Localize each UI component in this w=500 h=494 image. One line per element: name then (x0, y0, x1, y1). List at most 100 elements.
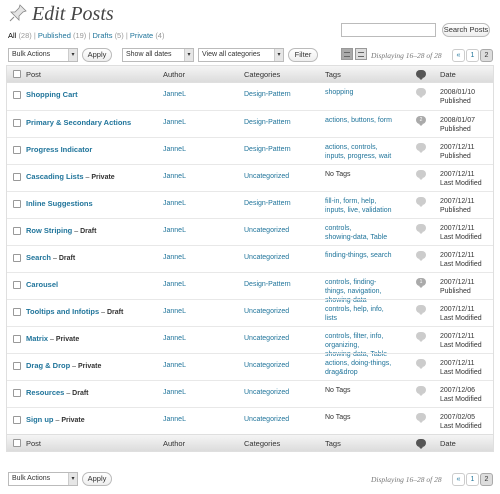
post-author[interactable]: JanneL (163, 334, 186, 343)
row-checkbox[interactable] (13, 119, 21, 127)
post-author[interactable]: JanneL (163, 307, 186, 316)
post-category[interactable]: Uncategorized (244, 307, 289, 316)
post-title-link[interactable]: Progress Indicator (26, 145, 92, 154)
pagination-page-1[interactable]: 1 (466, 49, 479, 62)
post-category[interactable]: Design-Pattern (244, 280, 291, 289)
apply-button[interactable]: Apply (82, 48, 112, 62)
post-tags-line[interactable]: controls, help, info, (325, 305, 413, 314)
post-tags-line[interactable]: shopping (325, 88, 413, 97)
dates-select[interactable]: Show all dates ▾ (122, 48, 194, 62)
post-title-link[interactable]: Search (26, 253, 51, 262)
post-tags-line[interactable]: things, navigation, (325, 287, 413, 296)
post-category[interactable]: Uncategorized (244, 226, 289, 235)
row-checkbox[interactable] (13, 91, 21, 99)
post-tags-line[interactable]: actions, controls, (325, 143, 413, 152)
row-checkbox[interactable] (13, 146, 21, 154)
post-tags-line[interactable]: controls, (325, 224, 413, 233)
apply-button-bottom[interactable]: Apply (82, 472, 112, 486)
speech-bubble-icon[interactable] (416, 413, 426, 423)
post-tags-line[interactable]: actions, doing-things, (325, 359, 413, 368)
pagination-prev-bottom[interactable]: « (452, 473, 465, 486)
post-author[interactable]: JanneL (163, 388, 186, 397)
search-input[interactable] (341, 23, 436, 37)
filter-private[interactable]: Private (130, 31, 153, 40)
column-tags[interactable]: Tags (325, 70, 341, 79)
speech-bubble-icon[interactable] (416, 332, 426, 342)
row-checkbox[interactable] (13, 173, 21, 181)
column-categories[interactable]: Categories (244, 439, 280, 448)
post-tags-line[interactable]: lists (325, 314, 413, 323)
speech-bubble-icon[interactable] (416, 170, 426, 180)
post-category[interactable]: Design-Pattern (244, 90, 291, 99)
row-checkbox[interactable] (13, 389, 21, 397)
pagination-prev[interactable]: « (452, 49, 465, 62)
post-category[interactable]: Uncategorized (244, 415, 289, 424)
filter-button[interactable]: Filter (288, 48, 318, 62)
row-checkbox[interactable] (13, 254, 21, 262)
row-checkbox[interactable] (13, 308, 21, 316)
post-category[interactable]: Uncategorized (244, 253, 289, 262)
post-category[interactable]: Uncategorized (244, 334, 289, 343)
post-tags-line[interactable]: drag&drop (325, 368, 413, 377)
search-posts-button[interactable]: Search Posts (442, 23, 490, 37)
speech-bubble-icon[interactable] (416, 88, 426, 98)
post-title-link[interactable]: Tooltips and Infotips (26, 307, 99, 316)
select-all-checkbox[interactable] (13, 439, 21, 447)
speech-bubble-icon[interactable] (416, 359, 426, 369)
post-category[interactable]: Uncategorized (244, 361, 289, 370)
post-tags-line[interactable]: showing-data, Table (325, 233, 413, 242)
post-title-link[interactable]: Shopping Cart (26, 90, 78, 99)
post-author[interactable]: JanneL (163, 90, 186, 99)
post-title-link[interactable]: Cascading Lists (26, 172, 84, 181)
post-tags-line[interactable]: actions, buttons, form (325, 116, 413, 125)
post-title-link[interactable]: Carousel (26, 280, 58, 289)
column-author[interactable]: Author (163, 70, 185, 79)
excerpt-view-icon[interactable] (355, 48, 367, 60)
filter-published[interactable]: Published (38, 31, 71, 40)
post-tags-line[interactable]: inputs, live, validation (325, 206, 413, 215)
speech-bubble-icon[interactable]: 2 (416, 116, 426, 126)
speech-bubble-icon[interactable] (416, 251, 426, 261)
categories-select[interactable]: View all categories ▾ (198, 48, 284, 62)
post-category[interactable]: Design-Pattern (244, 199, 291, 208)
pagination-page-1-bottom[interactable]: 1 (466, 473, 479, 486)
post-author[interactable]: JanneL (163, 226, 186, 235)
filter-all[interactable]: All (8, 31, 16, 40)
post-title-link[interactable]: Matrix (26, 334, 48, 343)
speech-bubble-icon[interactable] (416, 143, 426, 153)
speech-bubble-icon[interactable] (416, 305, 426, 315)
post-title-link[interactable]: Inline Suggestions (26, 199, 93, 208)
post-author[interactable]: JanneL (163, 199, 186, 208)
column-categories[interactable]: Categories (244, 70, 280, 79)
post-tags-line[interactable]: fill-in, form, help, (325, 197, 413, 206)
row-checkbox[interactable] (13, 227, 21, 235)
post-category[interactable]: Design-Pattern (244, 118, 291, 127)
post-tags-line[interactable]: controls, finding- (325, 278, 413, 287)
post-title-link[interactable]: Row Striping (26, 226, 72, 235)
post-tags-line[interactable]: organizing, (325, 341, 413, 350)
column-post[interactable]: Post (26, 439, 41, 448)
bulk-actions-select[interactable]: Bulk Actions ▾ (8, 48, 78, 62)
column-date[interactable]: Date (440, 70, 456, 79)
column-date[interactable]: Date (440, 439, 456, 448)
post-category[interactable]: Design-Pattern (244, 145, 291, 154)
post-title-link[interactable]: Primary & Secondary Actions (26, 118, 131, 127)
post-author[interactable]: JanneL (163, 361, 186, 370)
row-checkbox[interactable] (13, 416, 21, 424)
list-view-icon[interactable] (341, 48, 353, 60)
post-author[interactable]: JanneL (163, 145, 186, 154)
column-tags[interactable]: Tags (325, 439, 341, 448)
bulk-actions-select-bottom[interactable]: Bulk Actions ▾ (8, 472, 78, 486)
post-tags-line[interactable]: inputs, progress, wait (325, 152, 413, 161)
post-category[interactable]: Uncategorized (244, 388, 289, 397)
post-author[interactable]: JanneL (163, 118, 186, 127)
select-all-checkbox[interactable] (13, 70, 21, 78)
post-title-link[interactable]: Drag & Drop (26, 361, 70, 370)
column-post[interactable]: Post (26, 70, 41, 79)
row-checkbox[interactable] (13, 335, 21, 343)
post-category[interactable]: Uncategorized (244, 172, 289, 181)
speech-bubble-icon[interactable] (416, 197, 426, 207)
post-title-link[interactable]: Resources (26, 388, 64, 397)
post-tags-line[interactable]: controls, filter, info, (325, 332, 413, 341)
speech-bubble-icon[interactable] (416, 224, 426, 234)
